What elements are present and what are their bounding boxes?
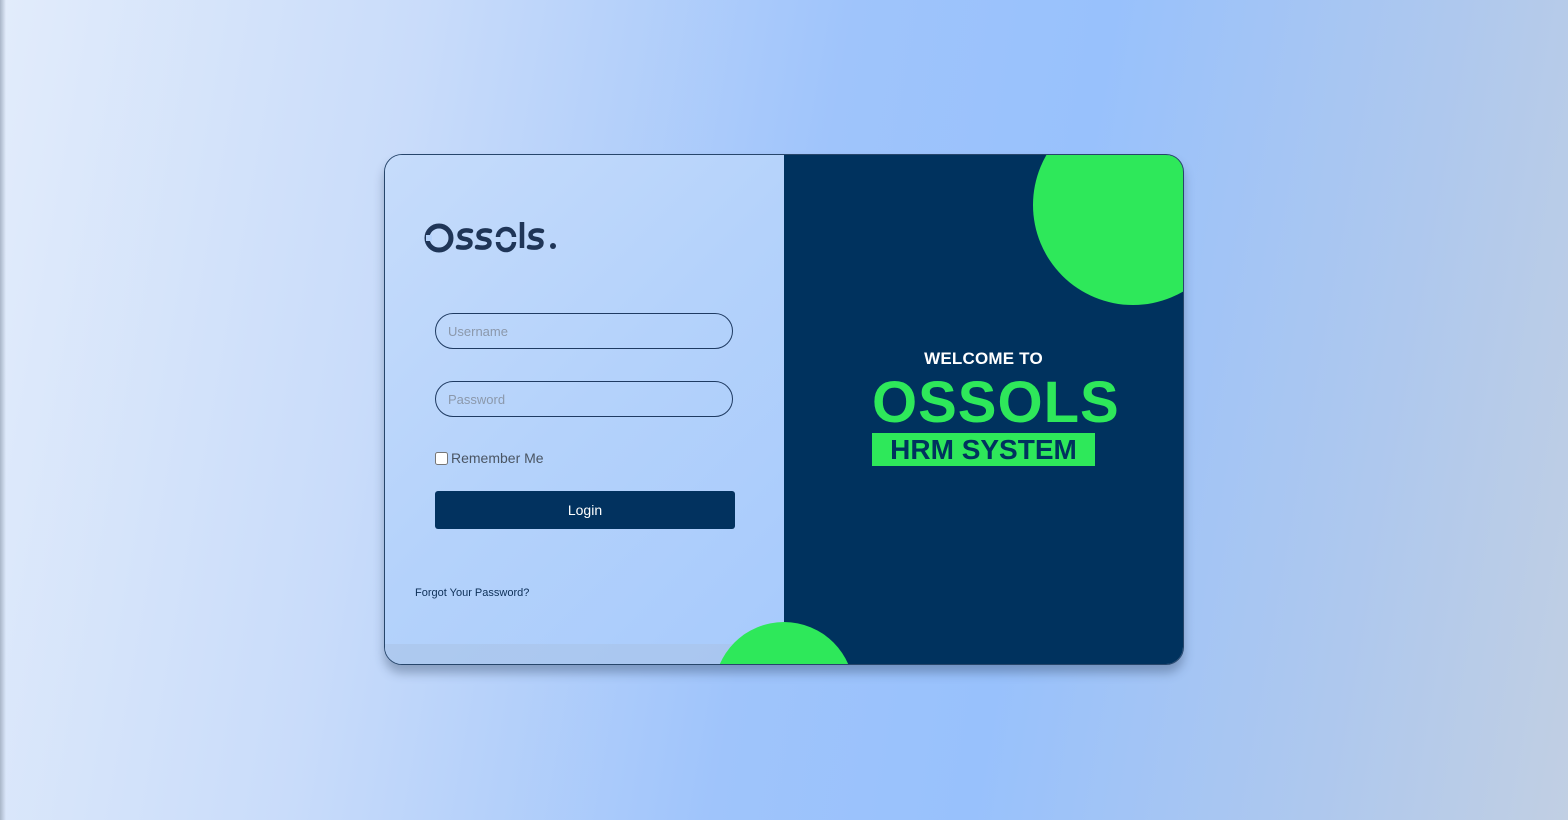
decorative-circle-bottom-right <box>784 622 854 664</box>
username-input[interactable] <box>435 313 733 349</box>
login-pane: Remember Me Login Forgot Your Password? <box>385 155 784 664</box>
brand-tagline: HRM SYSTEM <box>872 433 1095 466</box>
password-input[interactable] <box>435 381 733 417</box>
welcome-pane: WELCOME TO OSSOLS HRM SYSTEM <box>784 155 1183 664</box>
ossols-logo-mark <box>424 222 556 253</box>
login-button[interactable]: Login <box>435 491 735 529</box>
ossols-logo <box>423 219 563 264</box>
decorative-circle-top <box>1033 155 1183 305</box>
remember-me-row[interactable]: Remember Me <box>435 450 544 466</box>
welcome-block: WELCOME TO OSSOLS HRM SYSTEM <box>872 349 1120 466</box>
remember-me-label: Remember Me <box>451 450 544 466</box>
page-edge-shadow <box>0 0 6 820</box>
login-card: Remember Me Login Forgot Your Password? … <box>384 154 1184 665</box>
forgot-password-link[interactable]: Forgot Your Password? <box>415 587 529 599</box>
remember-me-checkbox[interactable] <box>435 451 448 465</box>
welcome-intro: WELCOME TO <box>924 349 1043 368</box>
brand-title: OSSOLS <box>872 370 1120 435</box>
decorative-circle-bottom <box>714 622 784 664</box>
